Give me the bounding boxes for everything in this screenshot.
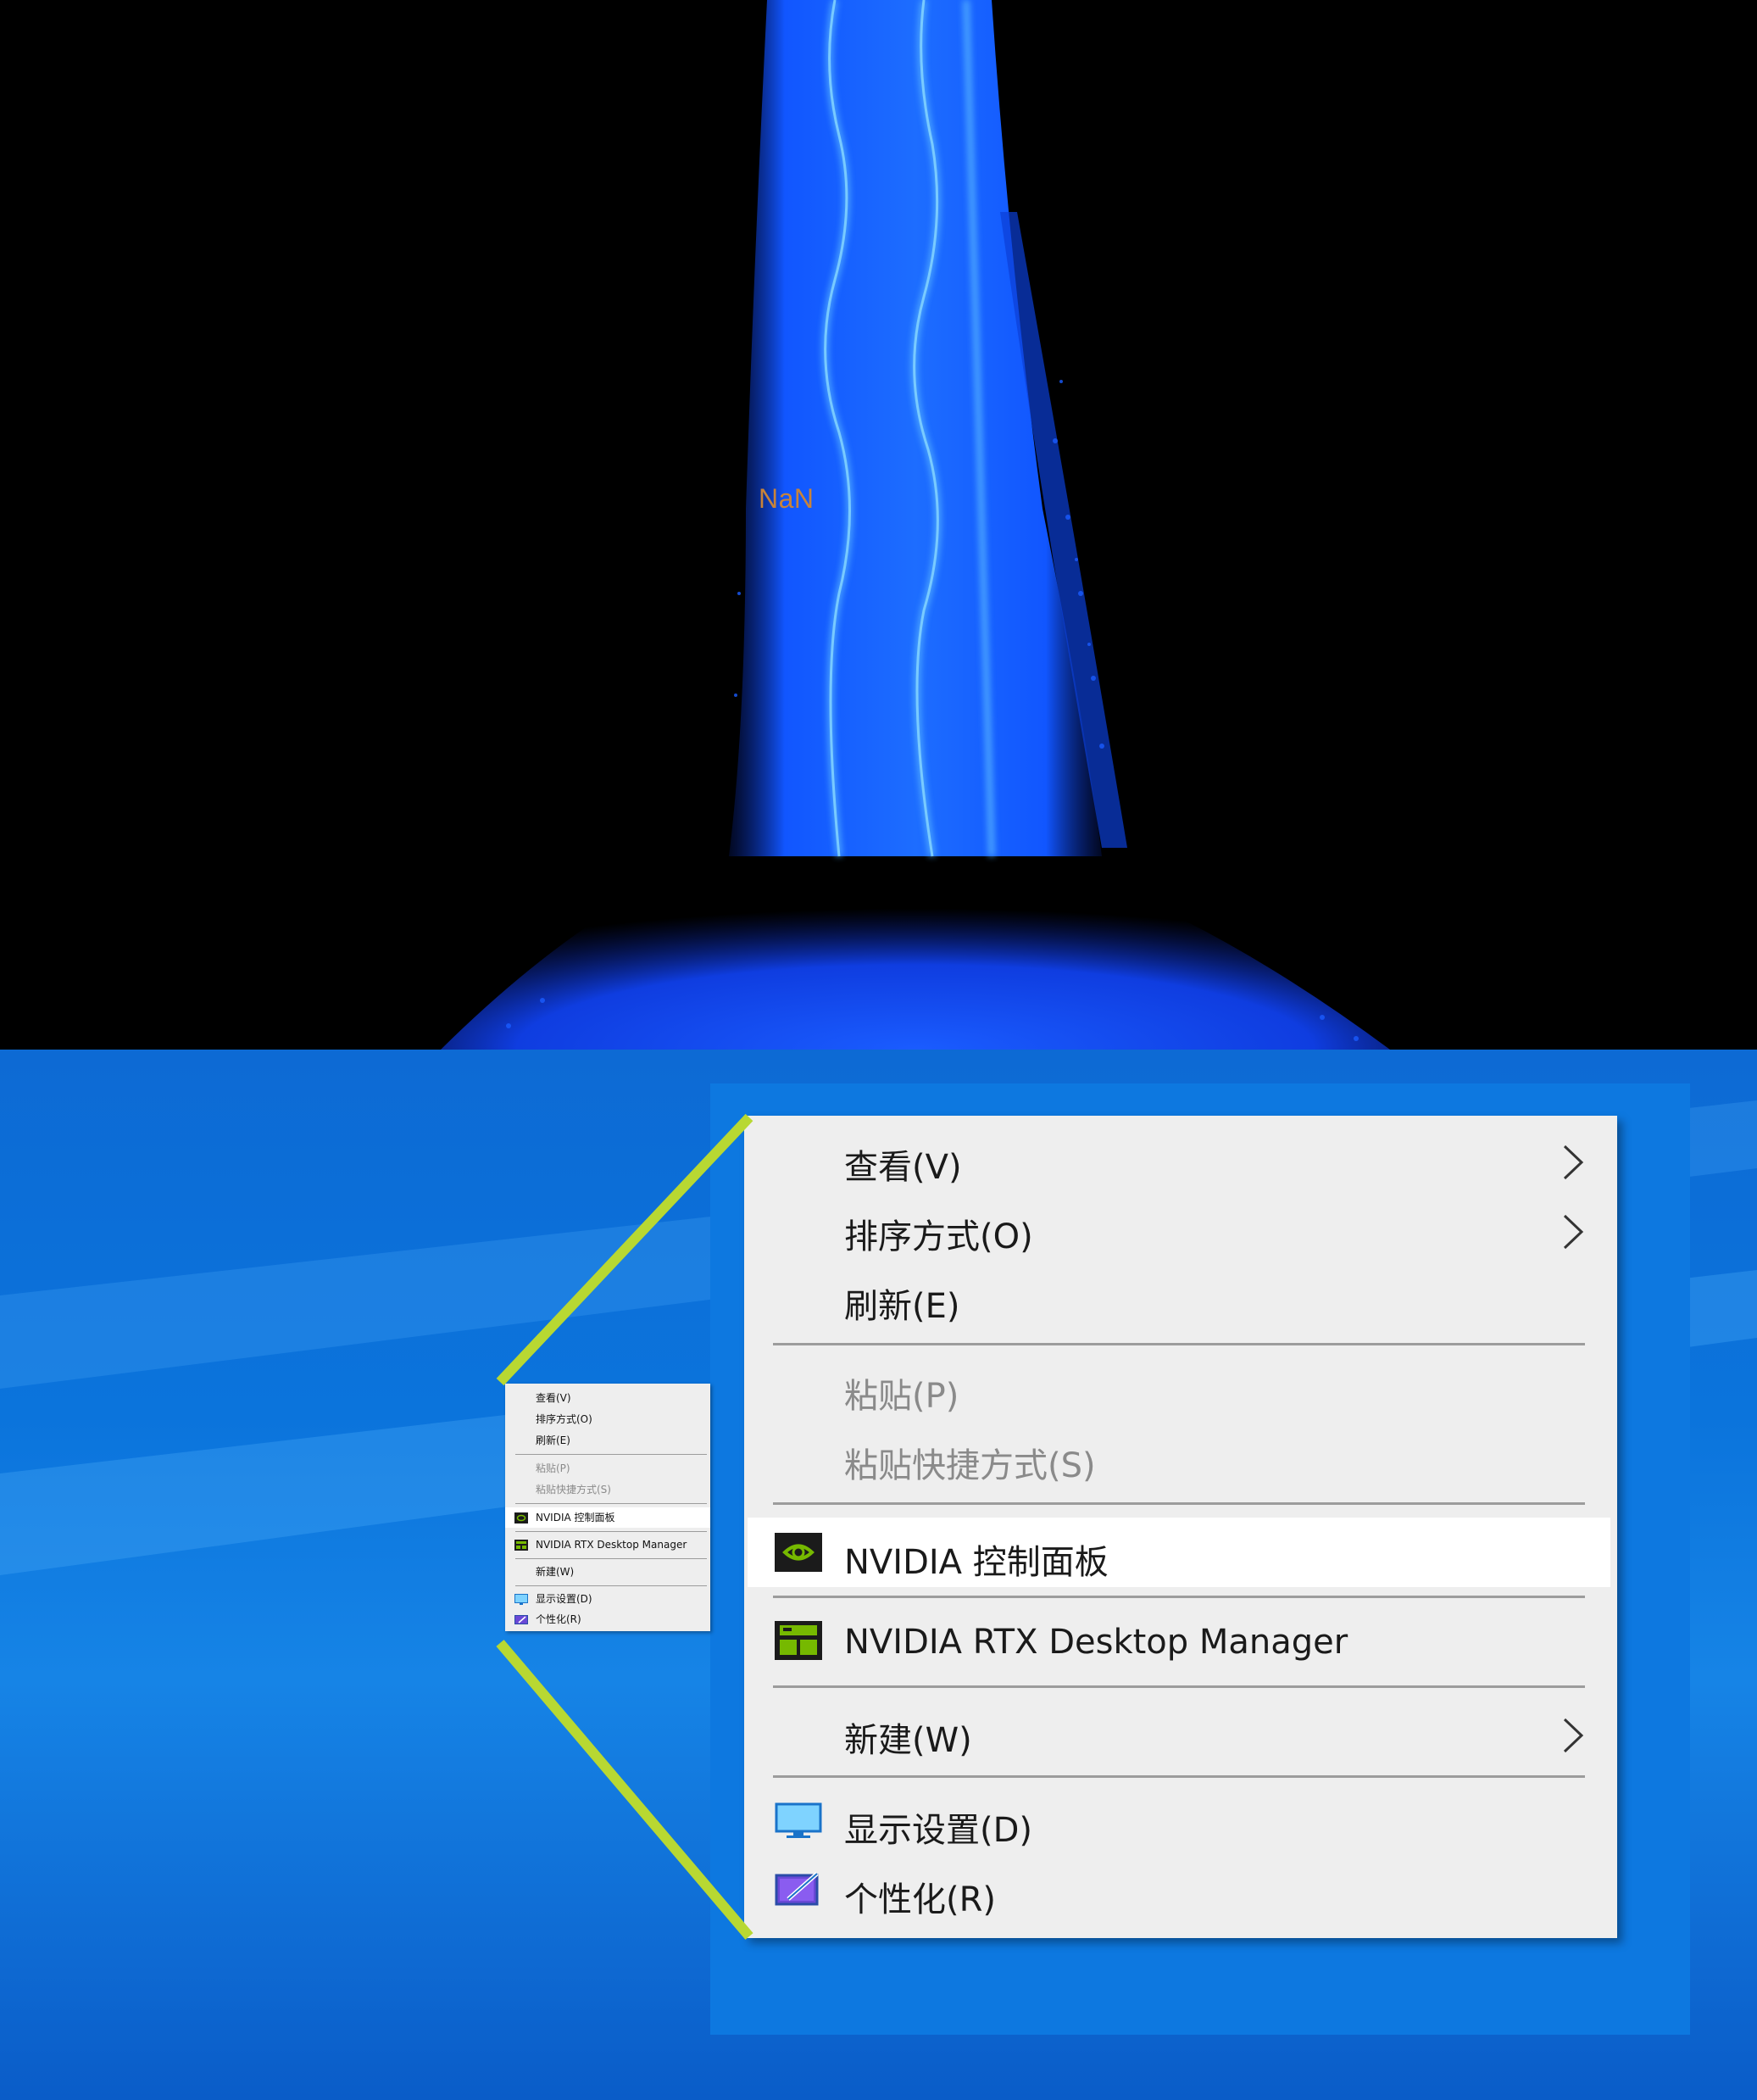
menu-item-refresh[interactable]: 刷新(E) xyxy=(505,1430,710,1451)
menu-item-label: NVIDIA 控制面板 xyxy=(536,1512,615,1523)
menu-item-rtx-desktop-manager[interactable]: NVIDIA RTX Desktop Manager xyxy=(744,1606,1617,1675)
desktop-background[interactable]: 查看(V) 排序方式(O) 刷新(E) 粘贴(P) 粘贴快捷方式(S) NVID… xyxy=(0,1050,1757,2100)
menu-item-label: 粘贴(P) xyxy=(536,1462,570,1474)
menu-separator xyxy=(515,1454,707,1455)
menu-item-personalize[interactable]: 个性化(R) xyxy=(505,1609,710,1629)
personalize-icon xyxy=(514,1615,528,1624)
chevron-right-icon xyxy=(1563,1214,1584,1250)
menu-separator xyxy=(773,1343,1585,1345)
particle-render-viewport: NaN xyxy=(0,0,1757,1050)
menu-item-rtx-desktop-manager[interactable]: NVIDIA RTX Desktop Manager xyxy=(505,1535,710,1555)
display-settings-icon xyxy=(514,1594,528,1605)
menu-item-new[interactable]: 新建(W) xyxy=(744,1696,1617,1765)
menu-item-personalize[interactable]: 个性化(R) xyxy=(744,1855,1617,1925)
menu-item-paste-shortcut: 粘贴快捷方式(S) xyxy=(744,1421,1617,1490)
menu-item-new[interactable]: 新建(W) xyxy=(505,1562,710,1582)
menu-item-label: 粘贴(P) xyxy=(844,1377,959,1416)
menu-item-view[interactable]: 查看(V) xyxy=(505,1388,710,1408)
menu-item-label: 新建(W) xyxy=(844,1721,972,1760)
menu-item-label: 显示设置(D) xyxy=(536,1593,592,1605)
menu-item-label: 粘贴快捷方式(S) xyxy=(844,1446,1096,1485)
menu-item-display-settings[interactable]: 显示设置(D) xyxy=(505,1589,710,1609)
display-settings-icon xyxy=(775,1802,822,1838)
particle-waterfall-graphic xyxy=(441,0,1390,1050)
chevron-right-icon xyxy=(1563,1145,1584,1180)
menu-separator xyxy=(515,1558,707,1559)
menu-item-label: 新建(W) xyxy=(536,1566,575,1578)
menu-item-paste: 粘贴(P) xyxy=(505,1458,710,1479)
menu-item-label: 粘贴快捷方式(S) xyxy=(536,1484,611,1496)
menu-separator xyxy=(773,1502,1585,1505)
menu-separator xyxy=(515,1585,707,1586)
context-menu-small: 查看(V) 排序方式(O) 刷新(E) 粘贴(P) 粘贴快捷方式(S) NVID… xyxy=(505,1384,710,1631)
rtx-desktop-manager-icon xyxy=(514,1540,528,1551)
menu-item-paste-shortcut: 粘贴快捷方式(S) xyxy=(505,1479,710,1500)
nvidia-logo-icon xyxy=(514,1512,528,1523)
menu-item-label: 显示设置(D) xyxy=(844,1811,1033,1850)
nvidia-logo-icon xyxy=(775,1533,822,1572)
menu-separator xyxy=(515,1531,707,1532)
menu-item-label: 刷新(E) xyxy=(536,1434,570,1446)
menu-item-label: NVIDIA RTX Desktop Manager xyxy=(536,1539,687,1551)
menu-separator xyxy=(773,1596,1585,1598)
menu-item-sort[interactable]: 排序方式(O) xyxy=(505,1409,710,1429)
menu-item-paste: 粘贴(P) xyxy=(744,1351,1617,1421)
menu-separator xyxy=(773,1685,1585,1688)
menu-item-nvidia-control-panel[interactable]: NVIDIA 控制面板 xyxy=(748,1518,1610,1587)
rtx-desktop-manager-icon xyxy=(775,1621,822,1660)
menu-item-label: 查看(V) xyxy=(844,1148,962,1187)
menu-item-label: 排序方式(O) xyxy=(536,1413,592,1425)
menu-item-label: 刷新(E) xyxy=(844,1287,960,1326)
menu-separator xyxy=(515,1503,707,1504)
nan-overlay-label: NaN xyxy=(759,483,815,514)
menu-separator xyxy=(773,1775,1585,1778)
menu-item-label: 查看(V) xyxy=(536,1392,571,1404)
menu-item-sort[interactable]: 排序方式(O) xyxy=(744,1192,1617,1262)
context-menu-magnified: 查看(V) 排序方式(O) 刷新(E) 粘贴(P) 粘贴快捷方式(S) NVID… xyxy=(744,1116,1617,1938)
personalize-icon xyxy=(775,1872,819,1906)
menu-item-label: 个性化(R) xyxy=(536,1613,581,1625)
menu-item-label: NVIDIA 控制面板 xyxy=(844,1543,1109,1582)
menu-item-nvidia-control-panel[interactable]: NVIDIA 控制面板 xyxy=(505,1507,710,1528)
menu-item-refresh[interactable]: 刷新(E) xyxy=(744,1262,1617,1331)
menu-item-label: 个性化(R) xyxy=(844,1880,997,1919)
chevron-right-icon xyxy=(1563,1718,1584,1753)
menu-item-label: 排序方式(O) xyxy=(844,1217,1033,1256)
menu-item-label: NVIDIA RTX Desktop Manager xyxy=(844,1623,1348,1662)
menu-item-display-settings[interactable]: 显示设置(D) xyxy=(744,1785,1617,1855)
menu-item-view[interactable]: 查看(V) xyxy=(744,1122,1617,1192)
